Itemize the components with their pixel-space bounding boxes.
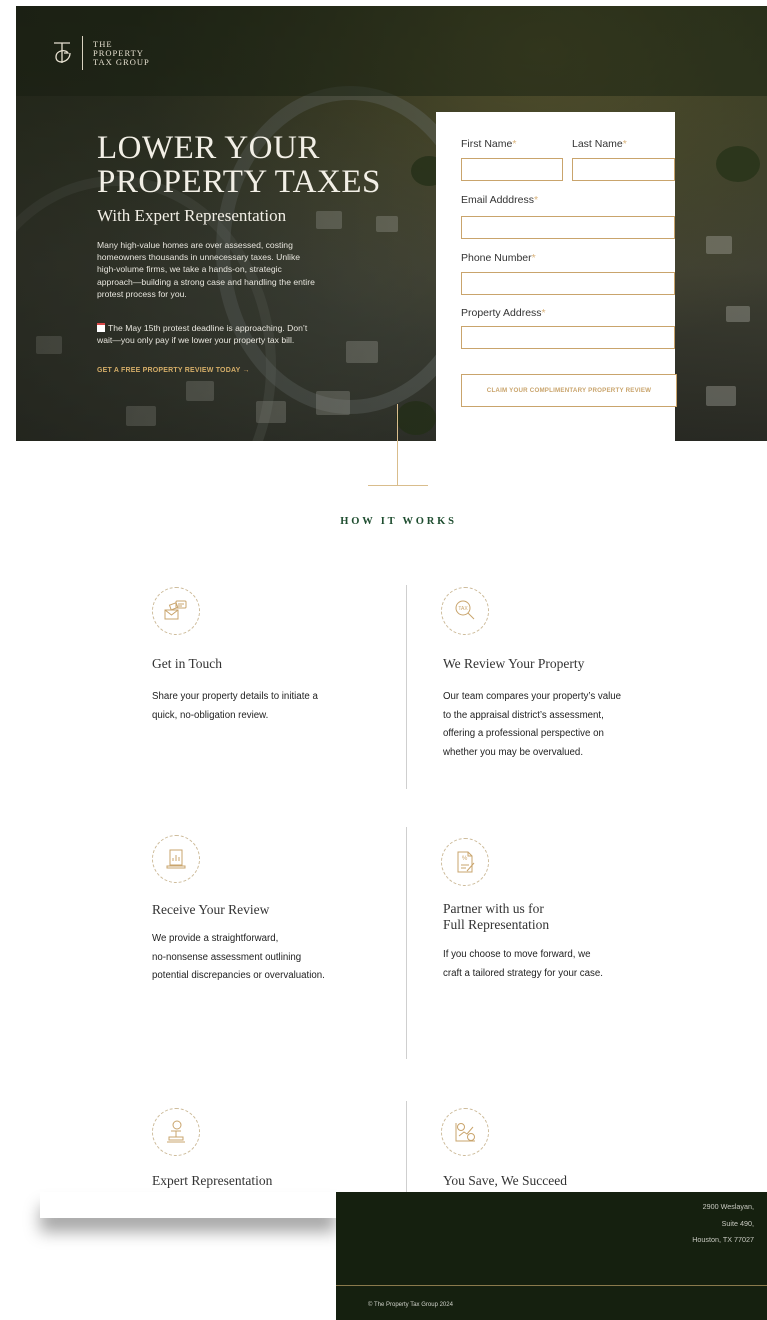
hero-description-line: Many high-value homes are over assessed,… xyxy=(97,240,293,250)
step-description-line: Our team compares your property’s value xyxy=(443,691,622,702)
review-request-form: First Name* Last Name* Email Adddress* P… xyxy=(436,112,677,441)
step-description-line: We provide a straightforward, xyxy=(152,933,279,944)
deadline-note-text: The May 15th protest deadline is approac… xyxy=(108,323,308,333)
hero-description-line: homeowners thousands in unnecessary taxe… xyxy=(97,252,301,263)
last-name-input[interactable] xyxy=(572,158,675,181)
hero-description-line: high-volume firms, we take a hands-on, s… xyxy=(97,264,282,275)
site-footer: 2900 Weslayan, Suite 490, Houston, TX 77… xyxy=(336,1192,767,1320)
footer-panel-shadow xyxy=(40,1192,336,1218)
column-divider xyxy=(406,585,407,789)
required-mark: * xyxy=(541,307,546,319)
brand-logo[interactable]: THE PROPERTY TAX GROUP xyxy=(52,36,150,70)
hero-description: Many high-value homes are over assessed,… xyxy=(97,239,347,300)
required-mark: * xyxy=(531,252,536,264)
address-line: Suite 490, xyxy=(721,1218,754,1228)
claim-review-button[interactable]: CLAIM YOUR COMPLIMENTARY PROPERTY REVIEW xyxy=(461,374,677,407)
tax-magnifier-icon: TAX xyxy=(441,587,489,635)
step-description-line: offering a professional perspective on xyxy=(443,728,604,739)
report-chart-icon xyxy=(152,835,200,883)
step-title-line: Get in Touch xyxy=(152,656,223,671)
percent-document-icon: % xyxy=(441,838,489,886)
step-description-line: craft a tailored strategy for your case. xyxy=(443,967,603,979)
logo-wordmark: THE PROPERTY TAX GROUP xyxy=(93,39,150,67)
step-title-line: You Save, We Succeed xyxy=(443,1173,568,1188)
envelope-chat-icon xyxy=(152,587,200,635)
step-title: Get in Touch xyxy=(152,656,222,672)
section-connector-rule xyxy=(368,485,428,486)
step-description: We provide a straightforward, no-nonsens… xyxy=(152,930,325,986)
first-name-label-text: First Name xyxy=(461,138,513,150)
step-title: We Review Your Property xyxy=(443,656,584,672)
first-name-label: First Name* xyxy=(461,138,516,150)
step-description-line: potential discrepancies or overvaluation… xyxy=(152,970,325,981)
step-description-line: Share your property details to initiate … xyxy=(152,691,318,702)
step-description: Share your property details to initiate … xyxy=(152,688,318,725)
step-title-line: Partner with us for xyxy=(443,901,544,916)
deadline-note-line: wait—you only pay if we lower your prope… xyxy=(97,335,295,346)
hero-subtitle: With Expert Representation xyxy=(97,206,287,225)
email-input[interactable] xyxy=(461,216,675,239)
tg-monogram-icon xyxy=(52,37,74,69)
required-mark: * xyxy=(512,138,517,150)
step-title-line: Expert Representation xyxy=(152,1173,273,1188)
section-connector-line xyxy=(397,404,398,485)
column-divider xyxy=(406,827,407,1059)
hero-description-line: approach—building a strong case and hand… xyxy=(97,276,315,287)
step-title-line: We Review Your Property xyxy=(443,656,585,671)
step-description-line: whether you may be overvalued. xyxy=(443,746,584,758)
copyright-text: © The Property Tax Group 2024 xyxy=(368,1302,453,1308)
step-title-line: Full Representation xyxy=(443,917,550,932)
step-title: Partner with us for Full Representation xyxy=(443,901,549,933)
deadline-note: The May 15th protest deadline is approac… xyxy=(97,322,347,346)
logo-line: TAX GROUP xyxy=(93,56,150,67)
step-description-line: to the appraisal district’s assessment, xyxy=(443,709,604,721)
email-label: Email Adddress* xyxy=(461,194,538,206)
phone-label-text: Phone Number xyxy=(461,252,532,264)
address-line: Houston, TX 77027 xyxy=(692,1235,754,1244)
step-description: If you choose to move forward, we craft … xyxy=(443,946,603,983)
first-name-input[interactable] xyxy=(461,158,563,181)
svg-text:TAX: TAX xyxy=(458,606,468,612)
office-address: 2900 Weslayan, Suite 490, Houston, TX 77… xyxy=(692,1199,754,1249)
deadline-note-line: The May 15th protest deadline is approac… xyxy=(97,322,347,334)
last-name-label: Last Name* xyxy=(572,138,627,150)
hero-title-line: PROPERTY TAXES xyxy=(97,164,381,200)
step-title: Receive Your Review xyxy=(152,902,269,918)
address-label-text: Property Address xyxy=(461,307,542,319)
hero-title: LOWER YOUR PROPERTY TAXES xyxy=(97,131,427,199)
required-mark: * xyxy=(622,138,627,150)
gavel-icon xyxy=(152,1108,200,1156)
logo-divider xyxy=(82,36,83,70)
step-title: Expert Representation xyxy=(152,1173,272,1189)
address-line: 2900 Weslayan, xyxy=(702,1202,754,1211)
step-description-line: quick, no-obligation review. xyxy=(152,709,269,721)
how-it-works-title: HOW IT WORKS xyxy=(340,516,457,527)
calendar-icon xyxy=(97,323,105,332)
step-description-line: If you choose to move forward, we xyxy=(443,949,591,960)
phone-input[interactable] xyxy=(461,272,675,295)
step-title-line: Receive Your Review xyxy=(152,902,270,917)
svg-text:%: % xyxy=(462,856,468,862)
free-review-link[interactable]: GET A FREE PROPERTY REVIEW TODAY → xyxy=(97,367,250,374)
last-name-label-text: Last Name xyxy=(572,138,623,150)
footer-divider xyxy=(336,1285,767,1286)
email-label-text: Email Adddress xyxy=(461,194,534,206)
hero-description-line: protest process for you. xyxy=(97,288,187,299)
required-mark: * xyxy=(533,194,539,206)
step-description: Our team compares your property’s value … xyxy=(443,688,621,762)
address-label: Property Address* xyxy=(461,307,546,319)
step-title: You Save, We Succeed xyxy=(443,1173,567,1189)
hero-title-line: LOWER YOUR xyxy=(97,130,320,166)
savings-growth-icon xyxy=(441,1108,489,1156)
step-description-line: no-nonsense assessment outlining xyxy=(152,951,302,963)
column-divider xyxy=(406,1101,407,1192)
property-address-input[interactable] xyxy=(461,326,675,349)
phone-label: Phone Number* xyxy=(461,252,536,264)
